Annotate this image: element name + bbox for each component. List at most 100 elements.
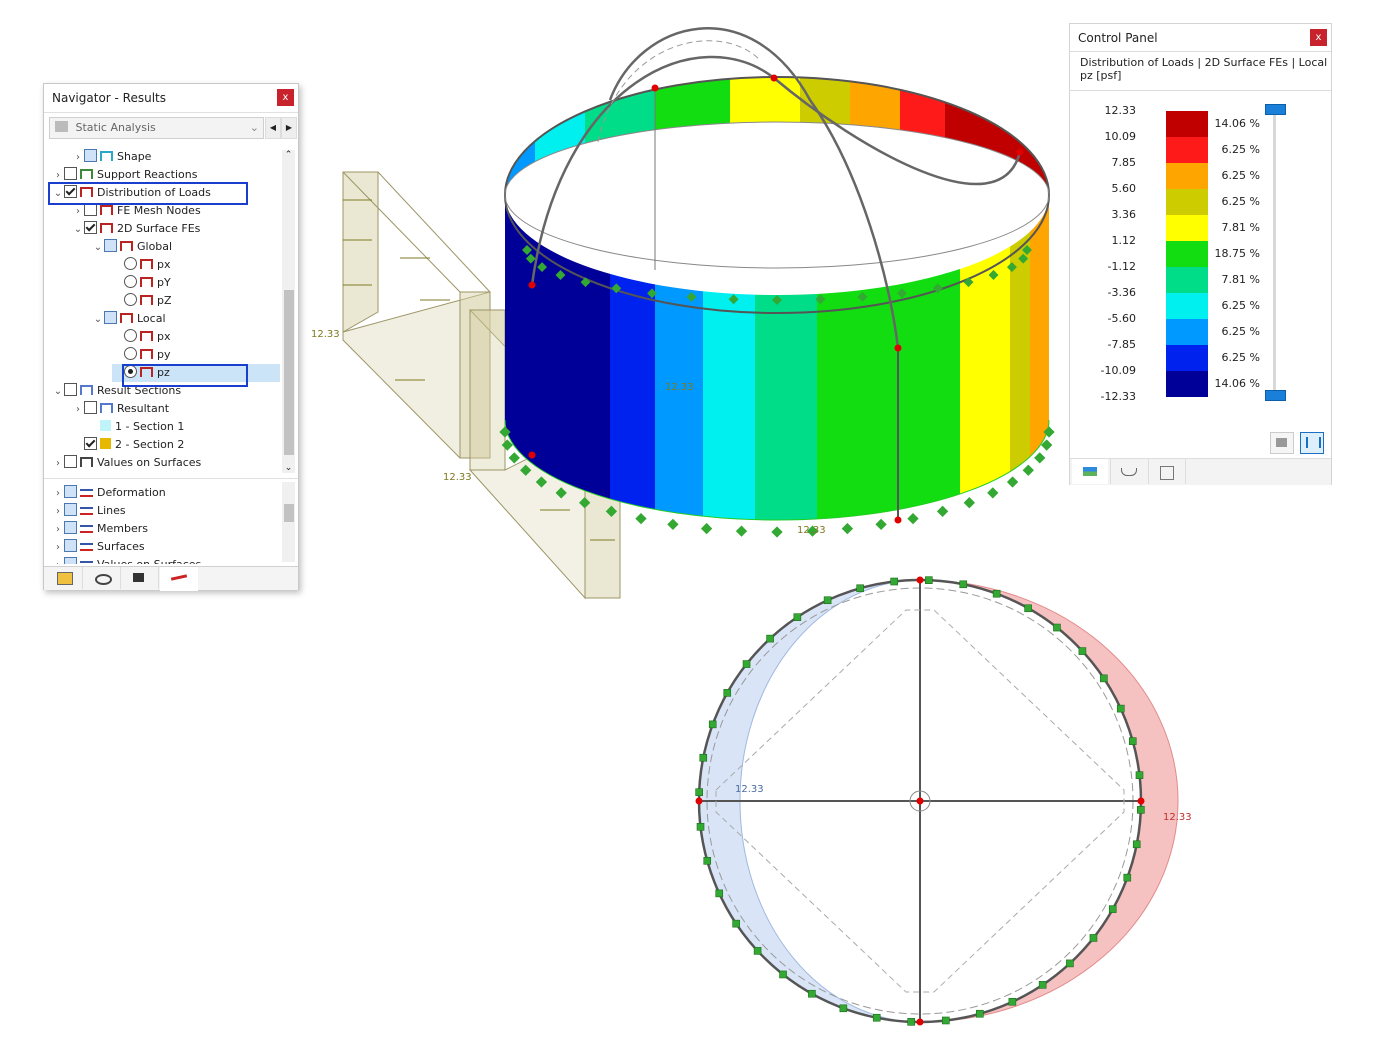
support-symbol xyxy=(735,525,748,537)
control-panel-close-button[interactable]: x xyxy=(1310,29,1327,46)
legend-percent: 14.06 % xyxy=(1214,377,1260,390)
support-symbol xyxy=(872,1013,881,1022)
highlight-local-pz xyxy=(122,364,248,387)
support-symbol xyxy=(1108,905,1117,913)
support-symbol xyxy=(635,512,647,525)
legend-percent: 6.25 % xyxy=(1221,143,1260,156)
legend-color-swatch xyxy=(1166,215,1208,241)
legend-value: -3.36 xyxy=(1107,286,1136,299)
plan-label-right: 12.33 xyxy=(1163,812,1192,823)
support-symbol xyxy=(703,857,712,865)
legend-percent: 14.06 % xyxy=(1214,117,1260,130)
legend-color-swatch xyxy=(1166,293,1208,319)
support-symbol xyxy=(696,823,705,831)
support-symbol xyxy=(742,660,751,668)
support-symbol xyxy=(1100,674,1108,683)
support-symbol xyxy=(1008,997,1017,1006)
support-symbol xyxy=(1137,806,1145,814)
balance-icon xyxy=(1121,468,1137,476)
legend-percent: 6.25 % xyxy=(1221,351,1260,364)
legend-percent: 6.25 % xyxy=(1221,299,1260,312)
support-symbol xyxy=(700,522,713,535)
cylinder-inner-face xyxy=(505,77,1049,195)
control-panel-title: Control Panel xyxy=(1078,31,1158,45)
support-symbol xyxy=(1038,981,1047,989)
legend-color-swatch xyxy=(1166,267,1208,293)
support-symbol xyxy=(890,577,898,586)
legend-header: Distribution of Loads | 2D Surface FEs |… xyxy=(1070,51,1331,91)
support-symbol xyxy=(667,518,679,531)
legend-value: 7.85 xyxy=(1111,156,1137,169)
load-label-b: 12.33 xyxy=(443,472,472,483)
legend-value: 5.60 xyxy=(1111,182,1137,195)
support-symbol xyxy=(823,596,832,605)
legend-scale-button[interactable] xyxy=(1300,432,1324,454)
load-box-outer xyxy=(342,171,491,459)
legend-slider-bottom-handle[interactable] xyxy=(1265,390,1286,401)
legend-percent: 7.81 % xyxy=(1221,221,1260,234)
legend-value: -7.85 xyxy=(1107,338,1136,351)
legend-value: 1.12 xyxy=(1111,234,1137,247)
legend-color-swatch xyxy=(1166,371,1208,397)
support-symbol xyxy=(1128,737,1137,745)
support-symbol xyxy=(1078,647,1087,655)
legend-color-swatch xyxy=(1166,137,1208,163)
support-symbol xyxy=(508,452,520,464)
support-symbol xyxy=(808,989,816,998)
tab-legend[interactable] xyxy=(1072,459,1108,484)
legend-slider-top-handle[interactable] xyxy=(1265,104,1286,115)
legend-color-swatch xyxy=(1166,189,1208,215)
legend-percent: 18.75 % xyxy=(1214,247,1260,260)
support-symbol xyxy=(976,1009,984,1018)
legend-color-swatch xyxy=(1166,111,1208,137)
legend-header-line1: Distribution of Loads | 2D Surface FEs |… xyxy=(1080,56,1328,69)
legend-color-swatch xyxy=(1166,241,1208,267)
support-symbol xyxy=(1022,464,1034,476)
support-symbol xyxy=(875,518,887,531)
legend-header-line2: pz [psf] xyxy=(1080,69,1122,82)
legend-value: -5.60 xyxy=(1107,312,1136,325)
support-symbol xyxy=(992,589,1001,598)
plan-view: 12.33 12.33 xyxy=(695,576,1192,1026)
support-symbol xyxy=(695,788,703,796)
support-symbol xyxy=(1053,623,1061,632)
support-symbol xyxy=(963,497,975,509)
load-label-a: 12.33 xyxy=(311,329,340,340)
support-symbol xyxy=(907,512,919,525)
support-symbol xyxy=(856,584,864,593)
legend-value: 10.09 xyxy=(1104,130,1137,143)
support-symbol xyxy=(1135,771,1144,779)
support-symbol xyxy=(936,505,949,517)
cylinder-outer-face xyxy=(505,195,1049,520)
load-label-c: 12.33 xyxy=(665,382,694,393)
legend-color-swatch xyxy=(1166,163,1208,189)
support-symbol xyxy=(1006,476,1019,488)
support-symbol xyxy=(1123,873,1132,882)
support-symbol xyxy=(708,720,717,729)
filter-icon xyxy=(1160,466,1174,480)
plan-label-left: 12.33 xyxy=(735,784,764,795)
legend-percent: 7.81 % xyxy=(1221,273,1260,286)
legend-slider-track[interactable] xyxy=(1273,109,1276,394)
control-panel: Control Panel x Distribution of Loads | … xyxy=(1069,23,1332,485)
tab-filter[interactable] xyxy=(1148,459,1186,484)
support-symbol xyxy=(942,1016,950,1025)
support-symbol xyxy=(766,634,774,643)
legend-color-swatch xyxy=(1166,345,1208,371)
legend-value: -10.09 xyxy=(1100,364,1136,377)
legend-settings-button[interactable] xyxy=(1270,432,1294,454)
support-symbol xyxy=(925,576,933,584)
legend-percent: 6.25 % xyxy=(1221,169,1260,182)
support-symbol xyxy=(715,889,724,898)
support-symbol xyxy=(1132,840,1141,849)
tab-balance[interactable] xyxy=(1110,459,1147,484)
legend-color-swatch xyxy=(1166,319,1208,345)
control-panel-titlebar: Control Panel x xyxy=(1070,24,1331,52)
support-symbol xyxy=(779,970,787,979)
support-symbol xyxy=(1024,604,1032,613)
support-symbol xyxy=(732,919,740,928)
support-symbol xyxy=(839,1004,848,1013)
color-legend: 12.33 10.09 7.85 5.60 3.36 1.12 -1.12 -3.36 -5.6… xyxy=(1070,104,1331,404)
support-symbol xyxy=(907,1018,915,1026)
legend-value: 12.33 xyxy=(1104,104,1137,117)
